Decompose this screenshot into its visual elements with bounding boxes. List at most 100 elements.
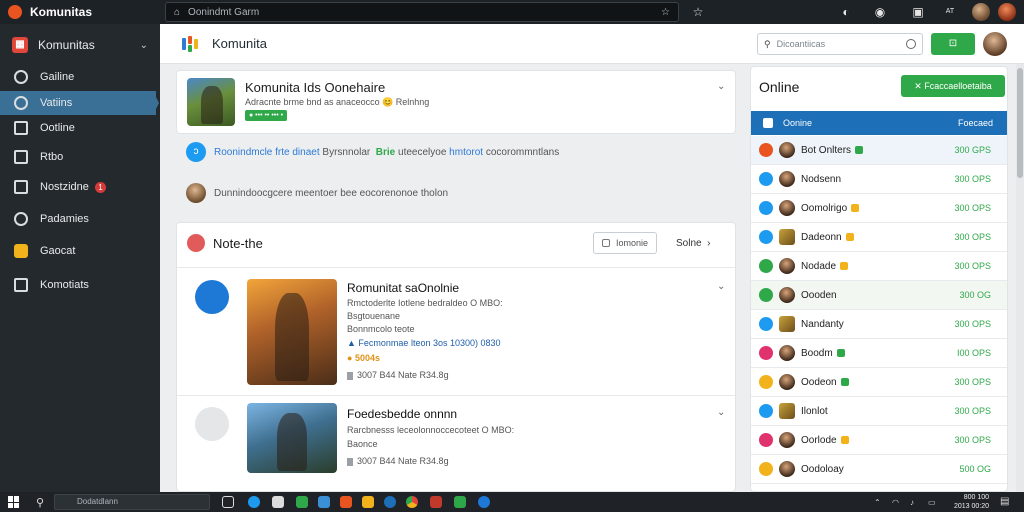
store-icon[interactable]: [296, 496, 308, 508]
taskbar: ⚲ Dodatdlann ⌃ ◠ ♪ ▭ 800 100 2013 00:20 ▤: [0, 492, 1024, 512]
user-avatar: [779, 200, 795, 216]
sidebar-header[interactable]: ▦ Komunitas ⌄: [0, 24, 160, 66]
explorer-icon[interactable]: [272, 496, 284, 508]
online-user-row[interactable]: Dadeonn 300 OPS: [751, 223, 1007, 252]
sidebar-item-label: Gaocat: [40, 245, 76, 257]
status-icon: [759, 259, 773, 273]
notifications-icon[interactable]: ◉: [872, 4, 888, 20]
feature-title: Komunita Ids Oonehaire: [245, 80, 386, 95]
bookmark-star-icon[interactable]: ☆: [661, 7, 670, 18]
sidebar-item-active[interactable]: Vatiins: [0, 91, 156, 115]
window-icon[interactable]: ▣: [910, 4, 926, 20]
user-name: Oorlode: [801, 434, 837, 446]
chrome-icon[interactable]: [406, 496, 418, 508]
tray-battery-icon[interactable]: ▭: [928, 498, 936, 507]
chevron-down-icon[interactable]: ⌄: [140, 40, 148, 51]
notifications-icon[interactable]: ▤: [1000, 496, 1009, 507]
user-value: 300 OPS: [954, 377, 991, 387]
user-name: Oooden: [801, 289, 837, 301]
taskbar-search[interactable]: Dodatdlann: [54, 494, 210, 510]
task-view-icon[interactable]: [222, 496, 234, 508]
sidebar-item-padamies[interactable]: Padamies: [0, 207, 156, 231]
online-user-row[interactable]: Oooden 300 OG: [751, 281, 1007, 310]
sidebar-item-komotiats[interactable]: Komotiats: [0, 273, 156, 297]
scrollbar-thumb[interactable]: [1017, 68, 1023, 178]
info-link[interactable]: dinaet: [292, 147, 319, 158]
online-user-row[interactable]: Boodm I00 OPS: [751, 339, 1007, 368]
edge-icon[interactable]: [248, 496, 260, 508]
sidebar-item-home[interactable]: Gailine: [0, 65, 156, 89]
user-value: I00 OPS: [956, 348, 991, 358]
feature-status-pill: ● ••• •• ••• •: [245, 110, 288, 121]
profile-avatar[interactable]: [998, 3, 1016, 21]
action-button[interactable]: ⊡: [931, 33, 975, 55]
tray-volume-icon[interactable]: ♪: [910, 498, 914, 507]
status-icon: [759, 433, 773, 447]
info-text-prefix: Roonindmcle frte: [214, 146, 290, 158]
info-link-2[interactable]: hmtorot: [449, 147, 483, 158]
tray-network-icon[interactable]: ◠: [892, 498, 899, 507]
info-row: ɔ Roonindmcle frte dinaet Byrsnnolar Bri…: [186, 142, 559, 162]
post-meta: 3007 B44 Nate R34.8g: [347, 456, 449, 466]
online-user-row[interactable]: Nandanty 300 OPS: [751, 310, 1007, 339]
online-user-row[interactable]: Bot Onlters 300 GPS: [751, 136, 1007, 165]
start-icon[interactable]: [8, 496, 20, 508]
clock[interactable]: 800 100 2013 00:20: [954, 493, 989, 511]
button-label: Iomonie: [616, 238, 649, 248]
search-icon[interactable]: ⚲: [36, 496, 44, 509]
online-action-button[interactable]: ✕ Fcaccaelloetaiba: [901, 75, 1005, 97]
tray-chevron-icon[interactable]: ⌃: [874, 498, 881, 507]
user-avatar[interactable]: [972, 3, 990, 21]
online-title: Online: [759, 79, 800, 95]
user-name: Nandanty: [801, 318, 844, 330]
photos-icon[interactable]: [340, 496, 352, 508]
notes-filter-button[interactable]: Iomonie: [593, 232, 658, 254]
user-name: Dadeonn: [801, 231, 842, 243]
sidebar-item-gaocat[interactable]: Gaocat: [0, 239, 156, 263]
post-thumbnail[interactable]: [247, 403, 337, 473]
app-icon[interactable]: [478, 496, 490, 508]
sidebar-item-online[interactable]: Ootline: [0, 116, 156, 140]
sidebar-item-rtbo[interactable]: Rtbo: [0, 145, 156, 169]
sidebar-item-notifications[interactable]: Nostzidne 1: [0, 175, 156, 199]
scrollbar[interactable]: [1016, 64, 1024, 492]
favorites-icon[interactable]: ☆: [690, 4, 706, 20]
theme-toggle-icon[interactable]: ◐: [838, 4, 854, 20]
chevron-down-icon[interactable]: ⌄: [717, 407, 725, 418]
filter-icon[interactable]: [906, 39, 916, 49]
app-icon[interactable]: [454, 496, 466, 508]
browser-icon[interactable]: [384, 496, 396, 508]
online-user-row[interactable]: Nodade 300 OPS: [751, 252, 1007, 281]
header-avatar[interactable]: [983, 32, 1007, 56]
online-user-row[interactable]: Nodsenn 300 OPS: [751, 165, 1007, 194]
online-user-row[interactable]: Oodoloay 500 OG: [751, 455, 1007, 484]
folder-icon[interactable]: [362, 496, 374, 508]
sidebar: ▦ Komunitas ⌄ Gailine Vatiins Ootline Rt…: [0, 24, 160, 492]
user-badge-icon: [855, 146, 864, 154]
user-name: Oodeon: [801, 376, 837, 388]
search-input[interactable]: ⚲ Dicoantiicas: [757, 33, 923, 55]
online-user-row[interactable]: Oodeon 300 OPS: [751, 368, 1007, 397]
user-avatar: [779, 171, 795, 187]
active-indicator: [153, 91, 159, 115]
see-more-link[interactable]: Solne ›: [676, 238, 710, 249]
feature-card[interactable]: Komunita Ids Oonehaire Adracnte brme bnd…: [176, 70, 736, 134]
post-thumbnail[interactable]: [247, 279, 337, 385]
mail-icon[interactable]: [318, 496, 330, 508]
online-user-row[interactable]: Oomolrigo 300 OPS: [751, 194, 1007, 223]
address-bar[interactable]: ⌂ Oonindmt Garm ☆: [165, 2, 679, 22]
info-icon: ɔ: [186, 142, 206, 162]
app-icon[interactable]: [430, 496, 442, 508]
post-line: Baonce: [347, 439, 378, 449]
online-user-row[interactable]: Oorlode 300 OPS: [751, 426, 1007, 455]
post-title[interactable]: Foedesbedde onnnn: [347, 407, 457, 421]
sidebar-title: Komunitas: [38, 38, 95, 52]
online-user-row[interactable]: Ilonlot 300 OPS: [751, 397, 1007, 426]
chevron-down-icon[interactable]: ⌄: [717, 281, 725, 292]
trophy-icon: [14, 244, 28, 258]
header-icon: [763, 118, 773, 128]
post-line: Bonnmcolo teote: [347, 324, 415, 334]
header-left: Oonine: [783, 118, 813, 128]
post-title[interactable]: Romunitat saOnolnie: [347, 281, 459, 295]
chevron-down-icon[interactable]: ⌄: [717, 81, 725, 92]
